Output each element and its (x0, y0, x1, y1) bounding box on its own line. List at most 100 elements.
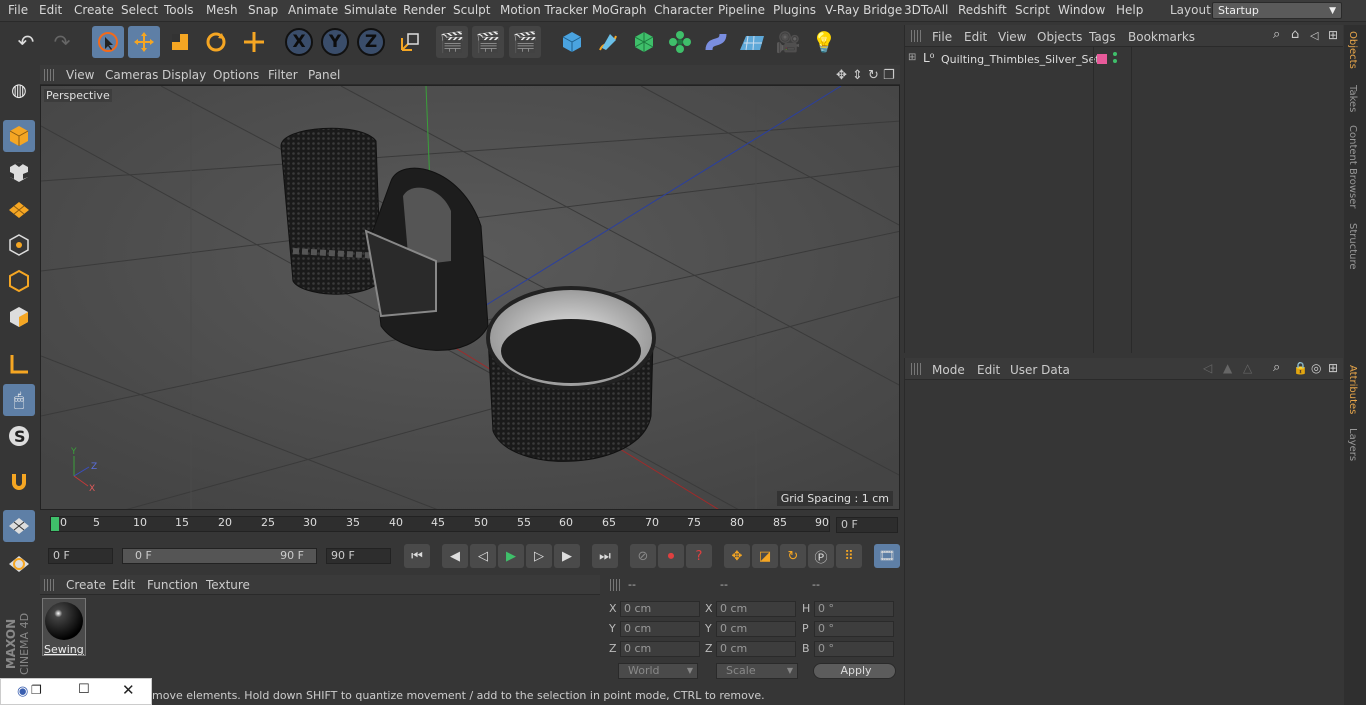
rotate-tool-button[interactable] (200, 26, 232, 58)
viewport-menu-display[interactable]: Display (162, 68, 206, 82)
material-menu-texture[interactable]: Texture (206, 578, 250, 592)
layer-color-tag[interactable] (1097, 54, 1107, 64)
playhead-marker[interactable] (51, 517, 59, 531)
menu-3dtoall[interactable]: 3DToAll (904, 3, 948, 17)
points-mode-button[interactable] (3, 229, 35, 261)
size-x-field[interactable]: 0 cm (716, 601, 796, 617)
deformer-button[interactable] (700, 26, 732, 58)
apply-button[interactable]: Apply (813, 663, 896, 679)
tab-structure[interactable]: Structure (1347, 223, 1358, 270)
live-selection-button[interactable] (92, 26, 124, 58)
key-pla-button[interactable]: ⠿ (836, 544, 862, 568)
menu-file[interactable]: File (8, 3, 28, 17)
material-menu-create[interactable]: Create (66, 578, 106, 592)
viewport-menu-cameras[interactable]: Cameras (105, 68, 158, 82)
scale-tool-button[interactable] (164, 26, 196, 58)
object-menu-objects[interactable]: Objects (1037, 30, 1082, 44)
tweak-mode-button[interactable]: 🖱 (3, 384, 35, 416)
size-mode-select[interactable]: Scale ▼ (716, 663, 798, 679)
key-scale-button[interactable]: ◪ (752, 544, 778, 568)
render-view-button[interactable]: 🎬 (436, 26, 468, 58)
menu-vray-bridge[interactable]: V-Ray Bridge (825, 3, 902, 17)
floor-button[interactable] (736, 26, 768, 58)
timeline-window-button[interactable]: 🎞 (874, 544, 900, 568)
size-y-field[interactable]: 0 cm (716, 621, 796, 637)
menu-pipeline[interactable]: Pipeline (718, 3, 765, 17)
workplane-mode-button[interactable] (3, 192, 35, 224)
drag-handle-icon[interactable] (911, 363, 921, 375)
material-swatch[interactable]: Sewing (42, 598, 86, 656)
new-window-icon[interactable]: ⊞ (1328, 28, 1338, 42)
attribute-menu-mode[interactable]: Mode (932, 363, 965, 377)
menu-animate[interactable]: Animate (288, 3, 338, 17)
new-window-icon[interactable]: ⊞ (1328, 361, 1338, 375)
tab-objects[interactable]: Objects (1347, 31, 1358, 69)
menu-character[interactable]: Character (654, 3, 713, 17)
lock-icon[interactable]: 🔒 (1293, 361, 1308, 375)
pen-spline-button[interactable] (592, 26, 624, 58)
cube-primitive-button[interactable] (556, 26, 588, 58)
tab-layers[interactable]: Layers (1347, 428, 1358, 461)
coordinate-system-select[interactable]: World ▼ (618, 663, 698, 679)
cloner-button[interactable] (664, 26, 696, 58)
menu-render[interactable]: Render (403, 3, 446, 17)
menu-create[interactable]: Create (74, 3, 114, 17)
menu-tools[interactable]: Tools (164, 3, 194, 17)
viewport-maximize-icon[interactable]: ❐ (883, 68, 895, 83)
menu-sculpt[interactable]: Sculpt (453, 3, 490, 17)
restore-icon[interactable]: ❐ (31, 683, 42, 697)
position-x-field[interactable]: 0 cm (620, 601, 700, 617)
tab-attributes[interactable]: Attributes (1347, 365, 1358, 414)
object-menu-file[interactable]: File (932, 30, 952, 44)
light-button[interactable]: 💡 (808, 26, 840, 58)
size-z-field[interactable]: 0 cm (716, 641, 796, 657)
close-icon[interactable]: ✕ (122, 681, 135, 699)
object-name[interactable]: Quilting_Thimbles_Silver_Set (941, 53, 1100, 66)
viewport-menu-panel[interactable]: Panel (308, 68, 340, 82)
search-icon[interactable]: ⌕ (1273, 360, 1280, 375)
make-editable-button[interactable]: ◍ (3, 74, 35, 106)
object-menu-view[interactable]: View (998, 30, 1026, 44)
material-menu-function[interactable]: Function (147, 578, 198, 592)
arrow-right-icon[interactable]: △ (1243, 361, 1252, 375)
drag-handle-icon[interactable] (44, 69, 54, 81)
viewport-orbit-icon[interactable]: ↻ (868, 68, 879, 83)
z-axis-lock-button[interactable]: Z (357, 28, 385, 56)
menu-plugins[interactable]: Plugins (773, 3, 816, 17)
keyframe-selection-button[interactable]: ? (686, 544, 712, 568)
expand-icon[interactable]: ⊞ (908, 52, 916, 63)
key-position-button[interactable]: ✥ (724, 544, 750, 568)
autokey-button[interactable]: ⏺ (658, 544, 684, 568)
menu-snap[interactable]: Snap (248, 3, 278, 17)
timeline-ruler[interactable]: 0 5 10 15 20 25 30 35 40 45 50 55 60 65 … (40, 513, 900, 535)
y-axis-lock-button[interactable]: Y (321, 28, 349, 56)
object-menu-tags[interactable]: Tags (1089, 30, 1116, 44)
object-menu-bookmarks[interactable]: Bookmarks (1128, 30, 1195, 44)
workplane-lock-button[interactable] (3, 510, 35, 542)
start-frame-field[interactable]: 0 F (48, 548, 113, 564)
go-to-start-button[interactable]: ⏮ (404, 544, 430, 568)
chevron-left-icon[interactable]: ◁ (1310, 29, 1318, 42)
key-rotation-button[interactable]: ↻ (780, 544, 806, 568)
menu-edit[interactable]: Edit (39, 3, 62, 17)
position-z-field[interactable]: 0 cm (620, 641, 700, 657)
menu-motion-tracker[interactable]: Motion Tracker (500, 3, 588, 17)
frame-range-slider[interactable]: 0 F 90 F (122, 548, 317, 564)
target-icon[interactable]: ◎ (1311, 361, 1321, 375)
menu-simulate[interactable]: Simulate (344, 3, 397, 17)
layout-select[interactable]: Startup ▼ (1212, 2, 1342, 19)
locked-workplane-button[interactable] (3, 548, 35, 580)
edges-mode-button[interactable] (3, 265, 35, 297)
menu-select[interactable]: Select (121, 3, 158, 17)
arrow-up-icon[interactable]: ▲ (1223, 361, 1232, 375)
render-settings-button[interactable]: 🎬 (509, 26, 541, 58)
menu-script[interactable]: Script (1015, 3, 1050, 17)
previous-frame-button[interactable]: ◁ (470, 544, 496, 568)
coordinate-system-button[interactable] (394, 26, 426, 58)
undo-button[interactable]: ↶ (10, 26, 42, 58)
material-menu-edit[interactable]: Edit (112, 578, 135, 592)
search-icon[interactable]: ⌕ (1273, 27, 1280, 42)
viewport-zoom-icon[interactable]: ⇕ (852, 68, 863, 83)
menu-window[interactable]: Window (1058, 3, 1105, 17)
home-icon[interactable]: ⌂ (1291, 27, 1299, 42)
